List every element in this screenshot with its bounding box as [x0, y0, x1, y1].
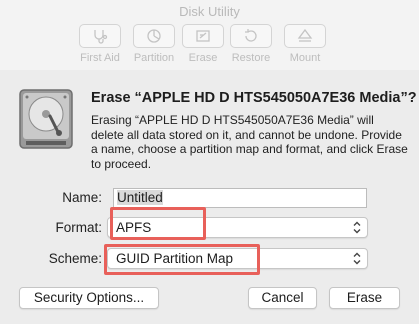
erase-icon-box — [182, 24, 224, 48]
eject-icon — [297, 28, 313, 42]
name-field[interactable]: Untitled — [113, 188, 367, 208]
first-aid-icon-box — [79, 24, 121, 48]
scheme-value: GUID Partition Map — [116, 251, 234, 266]
format-popup[interactable]: APFS — [107, 217, 368, 238]
erase-icon — [196, 30, 210, 42]
sheet-description: Erasing “APPLE HD D HTS545050A7E36 Media… — [91, 113, 408, 171]
pie-chart-icon — [147, 29, 161, 43]
restore-icon-box — [230, 24, 272, 48]
hard-disk-icon — [19, 89, 73, 149]
partition-icon-box — [133, 24, 175, 48]
mount-button[interactable]: Mount — [282, 24, 328, 64]
security-options-button[interactable]: Security Options... — [19, 287, 159, 309]
format-value: APFS — [116, 220, 152, 235]
erase-sheet: Erase “APPLE HD D HTS545050A7E36 Media”?… — [0, 70, 419, 324]
cancel-button[interactable]: Cancel — [248, 287, 317, 309]
first-aid-label: First Aid — [80, 52, 120, 64]
format-label: Format: — [55, 220, 102, 235]
scheme-label: Scheme: — [48, 251, 102, 266]
toolbar: Disk Utility First Aid Partition Erase R… — [0, 0, 419, 71]
mount-icon-box — [284, 24, 326, 48]
first-aid-button[interactable]: First Aid — [77, 24, 123, 64]
stethoscope-icon — [94, 30, 108, 44]
scheme-popup[interactable]: GUID Partition Map — [107, 248, 368, 269]
window-title: Disk Utility — [179, 4, 240, 19]
name-value: Untitled — [117, 190, 163, 205]
chevron-up-down-icon — [352, 220, 362, 235]
restore-button[interactable]: Restore — [228, 24, 274, 64]
sheet-title: Erase “APPLE HD D HTS545050A7E36 Media”? — [91, 90, 417, 106]
erase-toolbar-label: Erase — [188, 52, 218, 64]
restore-label: Restore — [231, 52, 271, 64]
partition-button[interactable]: Partition — [131, 24, 177, 64]
mount-label: Mount — [289, 52, 321, 64]
chevron-up-down-icon — [352, 251, 362, 266]
erase-button[interactable]: Erase — [329, 287, 400, 309]
name-label: Name: — [62, 190, 102, 205]
restore-icon — [245, 29, 257, 42]
partition-label: Partition — [133, 52, 175, 64]
erase-toolbar-button[interactable]: Erase — [180, 24, 226, 64]
